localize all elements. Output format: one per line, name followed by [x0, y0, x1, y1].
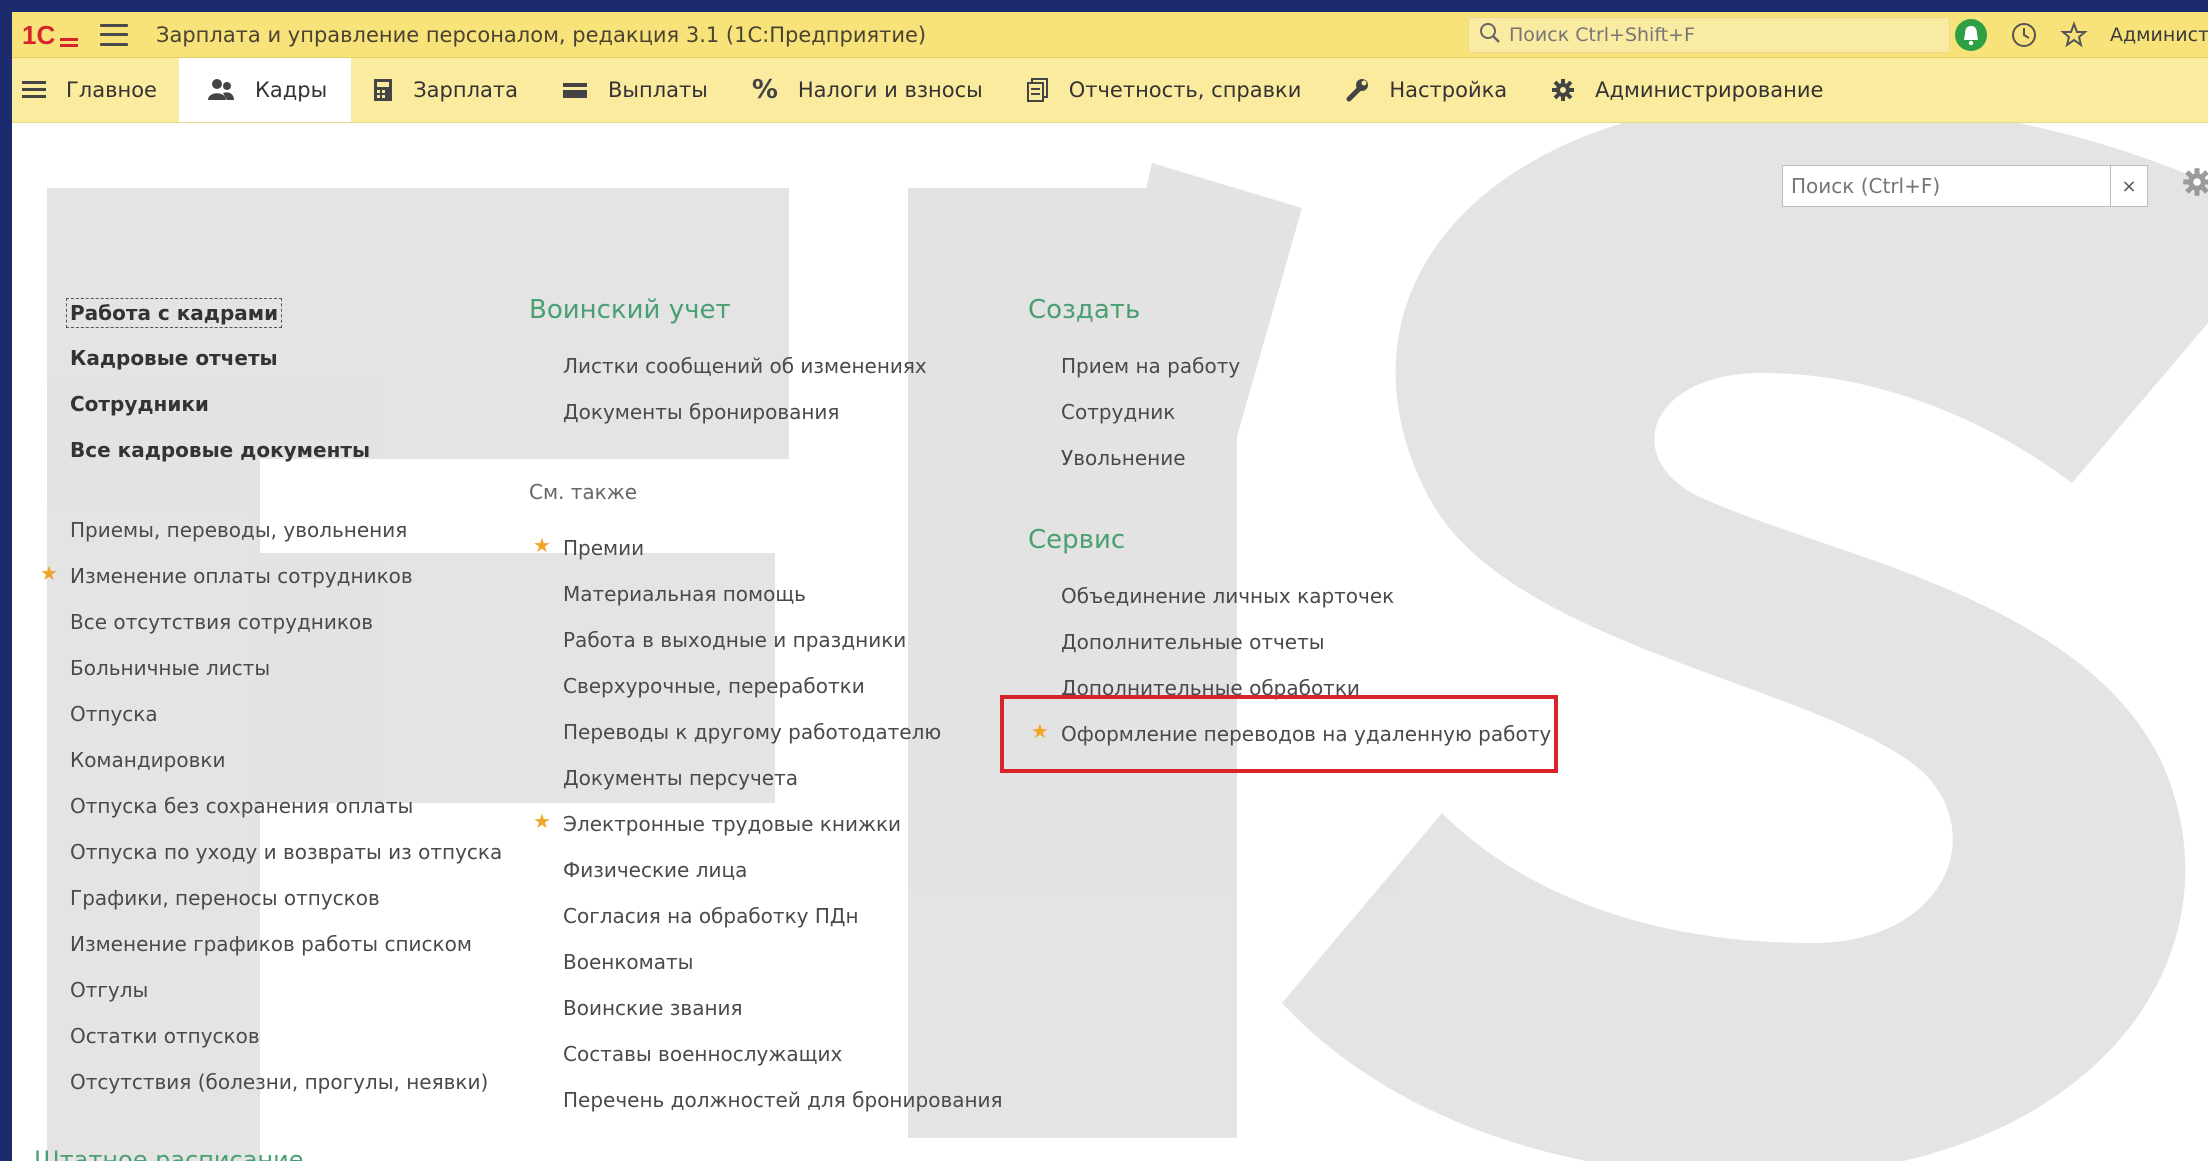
link-item[interactable]: Графики, переносы отпусков	[70, 884, 380, 912]
report-icon	[1026, 78, 1049, 102]
section-panel: Главное Кадры Зарплата Выплаты % Налоги …	[12, 58, 2208, 123]
link-hr-reports[interactable]: Кадровые отчеты	[70, 344, 278, 372]
link-employees[interactable]: Сотрудники	[70, 390, 209, 418]
percent-icon: %	[751, 75, 778, 105]
link-item[interactable]: Отпуска по уходу и возвраты из отпуска	[70, 838, 502, 866]
section-label: Кадры	[254, 78, 328, 102]
link-item[interactable]: Перечень должностей для бронирования	[563, 1086, 1003, 1114]
link-item[interactable]: Премии	[563, 534, 644, 562]
local-search[interactable]: ×	[1782, 165, 2148, 207]
link-item[interactable]: Все отсутствия сотрудников	[70, 608, 373, 636]
section-hr[interactable]: Кадры	[178, 58, 352, 122]
app-window: 1С Зарплата и управление персоналом, ред…	[12, 12, 2208, 1161]
link-item[interactable]: Листки сообщений об изменениях	[563, 352, 927, 380]
link-item[interactable]: Отпуска без сохранения оплаты	[70, 792, 413, 820]
global-search-input[interactable]	[1507, 23, 1911, 47]
title-bar: 1С Зарплата и управление персоналом, ред…	[12, 12, 2208, 58]
link-item[interactable]: Командировки	[70, 746, 225, 774]
link-item[interactable]: Отсутствия (болезни, прогулы, неявки)	[70, 1068, 488, 1096]
section-settings[interactable]: Настройка	[1323, 58, 1529, 122]
wallet-icon	[562, 80, 588, 100]
link-item[interactable]: Переводы к другому работодателю	[563, 718, 941, 746]
link-item[interactable]: Электронные трудовые книжки	[563, 810, 901, 838]
link-item[interactable]: Воинские звания	[563, 994, 743, 1022]
favorite-star-icon: ★	[40, 561, 58, 585]
link-item[interactable]: Согласия на обработку ПДн	[563, 902, 859, 930]
clear-search-button[interactable]: ×	[2110, 166, 2147, 206]
svg-text:1С: 1С	[22, 20, 55, 50]
section-label: Главное	[66, 78, 157, 102]
link-item[interactable]: Работа в выходные и праздники	[563, 626, 906, 654]
main-menu-icon[interactable]	[100, 23, 128, 46]
section-label: Налоги и взносы	[797, 78, 983, 102]
section-label: Выплаты	[608, 78, 708, 102]
create-link[interactable]: Прием на работу	[1061, 352, 1240, 380]
section-label: Администрирование	[1595, 78, 1824, 102]
link-item[interactable]: Материальная помощь	[563, 580, 806, 608]
link-item[interactable]: Физические лица	[563, 856, 747, 884]
link-item[interactable]: Документы бронирования	[563, 398, 839, 426]
history-icon[interactable]	[2010, 21, 2038, 49]
section-salary[interactable]: Зарплата	[351, 58, 540, 122]
link-item[interactable]: Сверхурочные, переработки	[563, 672, 865, 700]
link-item[interactable]: Изменение графиков работы списком	[70, 930, 472, 958]
section-label: Отчетность, справки	[1068, 78, 1302, 102]
section-content: × Работа с кадрами Кадровые отчеты Сотру…	[12, 123, 2208, 1161]
create-link[interactable]: Увольнение	[1061, 444, 1186, 472]
favorite-star-icon: ★	[533, 809, 551, 833]
section-main[interactable]: Главное	[12, 58, 179, 122]
link-item[interactable]: Военкоматы	[563, 948, 693, 976]
section-label: Настройка	[1389, 78, 1508, 102]
app-title: Зарплата и управление персоналом, редакц…	[156, 22, 927, 47]
search-icon	[1479, 22, 1501, 48]
menu-icon	[22, 80, 46, 100]
section-label: Зарплата	[413, 78, 518, 102]
section-taxes[interactable]: % Налоги и взносы	[730, 58, 1005, 122]
people-icon	[207, 78, 235, 102]
local-search-input[interactable]	[1789, 173, 2093, 199]
link-item[interactable]: Остатки отпусков	[70, 1022, 260, 1050]
group-header-military: Воинский учет	[529, 295, 731, 325]
link-item[interactable]: Отгулы	[70, 976, 148, 1004]
group-header-service: Сервис	[1028, 525, 1126, 555]
link-item[interactable]: Приемы, переводы, увольнения	[70, 516, 407, 544]
gear-icon	[1551, 78, 1575, 102]
settings-gear-icon[interactable]	[2182, 167, 2208, 201]
section-payments[interactable]: Выплаты	[540, 58, 730, 122]
service-link[interactable]: Объединение личных карточек	[1061, 582, 1394, 610]
highlight-box	[1000, 695, 1558, 773]
see-also-label: См. также	[529, 480, 638, 504]
calculator-icon	[373, 78, 393, 102]
favorites-star-icon[interactable]	[2060, 20, 2088, 49]
link-hr-work[interactable]: Работа с кадрами	[66, 298, 283, 328]
link-item[interactable]: Отпуска	[70, 700, 158, 728]
wrench-icon	[1345, 78, 1369, 102]
link-item[interactable]: Документы персучета	[563, 764, 798, 792]
section-administration[interactable]: Администрирование	[1529, 58, 1845, 122]
favorite-star-icon: ★	[533, 533, 551, 557]
service-link[interactable]: Дополнительные отчеты	[1061, 628, 1325, 656]
link-staffing-table[interactable]: Штатное расписание	[34, 1146, 303, 1161]
notifications-icon[interactable]	[1954, 18, 1988, 52]
user-name[interactable]: Админист	[2110, 24, 2208, 46]
section-reports[interactable]: Отчетность, справки	[1005, 58, 1324, 122]
global-search[interactable]	[1468, 17, 1950, 53]
link-item[interactable]: Изменение оплаты сотрудников	[70, 562, 413, 590]
title-bar-tools: Админист	[1954, 12, 2208, 57]
1c-logo: 1С	[22, 20, 80, 50]
link-item[interactable]: Составы военнослужащих	[563, 1040, 842, 1068]
group-header-create: Создать	[1028, 295, 1141, 325]
link-all-hr-documents[interactable]: Все кадровые документы	[70, 436, 370, 464]
link-item[interactable]: Больничные листы	[70, 654, 270, 682]
create-link[interactable]: Сотрудник	[1061, 398, 1175, 426]
